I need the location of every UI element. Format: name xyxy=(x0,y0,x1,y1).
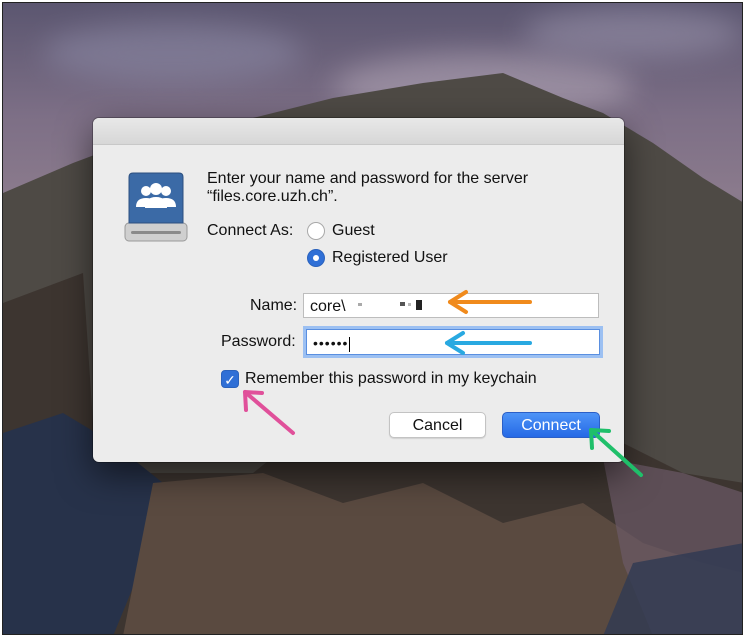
connect-to-server-dialog: Enter your name and password for the ser… xyxy=(93,118,624,462)
remember-password-label[interactable]: Remember this password in my keychain xyxy=(245,370,537,388)
dialog-prompt: Enter your name and password for the ser… xyxy=(207,170,567,206)
password-field-value: •••••• xyxy=(313,335,349,351)
screenshot-frame: Enter your name and password for the ser… xyxy=(2,2,743,635)
prompt-line-2: “files.core.uzh.ch”. xyxy=(207,188,338,205)
name-label: Name: xyxy=(250,297,298,314)
guest-radio[interactable] xyxy=(307,222,325,240)
dialog-titlebar xyxy=(93,118,624,145)
cancel-button[interactable]: Cancel xyxy=(389,412,486,438)
prompt-line-1: Enter your name and password for the ser… xyxy=(207,170,529,187)
registered-user-radio[interactable] xyxy=(307,249,325,267)
registered-user-radio-label[interactable]: Registered User xyxy=(332,249,448,267)
redacted-username xyxy=(356,298,426,316)
password-field[interactable]: •••••• xyxy=(306,329,600,355)
connect-button[interactable]: Connect xyxy=(502,412,600,438)
password-label: Password: xyxy=(221,333,296,350)
remember-password-checkbox[interactable]: ✓ xyxy=(221,370,239,388)
guest-radio-label[interactable]: Guest xyxy=(332,222,375,240)
connect-as-label: Connect As: xyxy=(207,222,294,239)
name-field[interactable]: core\ xyxy=(303,293,599,318)
name-field-value: core\ xyxy=(310,298,346,315)
checkmark-icon: ✓ xyxy=(224,372,236,388)
server-drive-icon xyxy=(123,171,189,248)
text-caret xyxy=(349,336,351,352)
